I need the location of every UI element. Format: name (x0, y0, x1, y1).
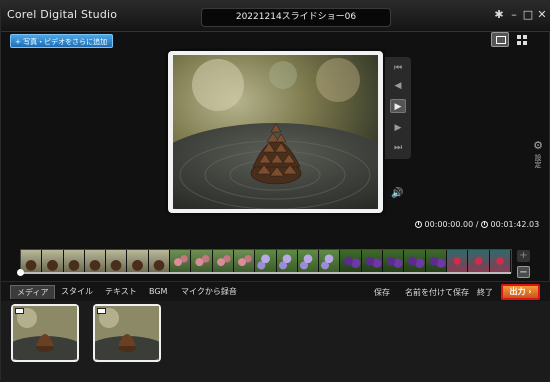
timeline-thumbnail-pink-flower[interactable] (233, 250, 256, 272)
timeline-thumbnail-pink-flower[interactable] (170, 250, 192, 272)
exit-button[interactable]: 終了 (477, 287, 493, 298)
preview-frame (168, 51, 383, 213)
save-as-button[interactable]: 名前を付けて保存 (405, 287, 469, 298)
media-library (1, 301, 550, 382)
timeline-thumbnail-red-flower[interactable] (489, 250, 511, 272)
save-button[interactable]: 保存 (374, 287, 390, 298)
timeline-thumbnail-pink-flower[interactable] (212, 250, 234, 272)
volume-icon[interactable]: 🔊 (391, 188, 403, 199)
timeline-thumbnail-pinecone[interactable] (106, 250, 128, 272)
timeline-thumbnail-lilac-flower[interactable] (297, 250, 320, 272)
media-item[interactable] (11, 304, 79, 362)
gear-icon: ⚙ (533, 139, 543, 152)
snowflake-icon[interactable]: ✱ (492, 7, 506, 23)
minimize-icon[interactable]: – (507, 7, 521, 23)
output-button[interactable]: 出力 › (501, 284, 540, 300)
timeline-thumbnail-purple-flower[interactable] (425, 250, 447, 272)
title-bar: Corel Digital Studio 20221214スライドショー06 ✱… (1, 1, 550, 32)
timeline-thumbnail-purple-flower[interactable] (340, 250, 362, 272)
add-media-button[interactable]: + 写真・ビデオをさらに追加 (10, 34, 113, 48)
timeline-thumbnail-pinecone[interactable] (21, 250, 43, 272)
single-view-icon[interactable] (491, 32, 509, 47)
media-item[interactable] (93, 304, 161, 362)
close-icon[interactable]: ✕ (535, 7, 549, 23)
timeline-thumbnail-pink-flower[interactable] (191, 250, 213, 272)
timeline-thumbnail-red-flower[interactable] (446, 250, 469, 272)
tab-style[interactable]: スタイル (61, 285, 93, 299)
timeline-thumbnail-pinecone[interactable] (42, 250, 64, 272)
zoom-in-icon[interactable]: + (517, 250, 530, 262)
go-to-start-icon[interactable]: ⏮ (390, 61, 406, 75)
next-frame-icon[interactable]: ▶ (390, 121, 406, 135)
current-time-icon (415, 221, 422, 228)
timecode: 00:00:00.00 / 00:01:42.03 (415, 220, 539, 229)
timeline-thumbnail-lilac-flower[interactable] (319, 250, 341, 272)
pinecone-photo (173, 55, 378, 209)
app-title: Corel Digital Studio (7, 8, 118, 21)
duration-icon (481, 221, 488, 228)
current-timecode: 00:00:00.00 (424, 220, 474, 229)
video-clip-icon (15, 308, 24, 314)
timeline-thumbnail-lilac-flower[interactable] (276, 250, 298, 272)
tab-text[interactable]: テキスト (105, 285, 137, 299)
timeline-thumbnail-purple-flower[interactable] (404, 250, 426, 272)
media-thumbnail (13, 306, 77, 360)
video-clip-icon (97, 308, 106, 314)
timeline-thumbnail-pinecone[interactable] (148, 250, 171, 272)
timeline-thumbnail-lilac-flower[interactable] (255, 250, 277, 272)
timeline-thumbnail-pinecone[interactable] (127, 250, 149, 272)
tab-bgm[interactable]: BGM (149, 285, 167, 299)
previous-frame-icon[interactable]: ◀ (390, 79, 406, 93)
media-thumbnail (95, 306, 159, 360)
timeline-thumbnail-purple-flower[interactable] (361, 250, 384, 272)
go-to-end-icon[interactable]: ⏭ (390, 141, 406, 155)
timeline-strip[interactable] (20, 249, 512, 273)
timeline-thumbnail-purple-flower[interactable] (383, 250, 405, 272)
player-controls: ⏮ ◀ ▶ ▶ ⏭ (385, 57, 411, 159)
project-title: 20221214スライドショー06 (201, 8, 391, 27)
app-window: Corel Digital Studio 20221214スライドショー06 ✱… (0, 0, 550, 382)
timecode-separator: / (475, 220, 479, 229)
grid-view-icon[interactable] (513, 32, 531, 47)
tab-media[interactable]: メディア (10, 285, 56, 299)
total-timecode: 00:01:42.03 (490, 220, 540, 229)
timeline-thumbnail-pinecone[interactable] (84, 250, 107, 272)
timeline-thumbnail-red-flower[interactable] (468, 250, 490, 272)
settings-button[interactable]: ⚙ 設定 (529, 139, 547, 168)
maximize-icon[interactable]: □ (521, 7, 535, 23)
timeline-thumbnail-pinecone[interactable] (63, 250, 85, 272)
timeline-scrubber[interactable] (20, 272, 511, 274)
zoom-out-icon[interactable]: − (517, 266, 530, 278)
play-button[interactable]: ▶ (390, 99, 406, 113)
tab-record[interactable]: マイクから録音 (181, 285, 237, 299)
scrubber-handle[interactable] (17, 269, 24, 276)
settings-label: 設定 (534, 154, 542, 168)
